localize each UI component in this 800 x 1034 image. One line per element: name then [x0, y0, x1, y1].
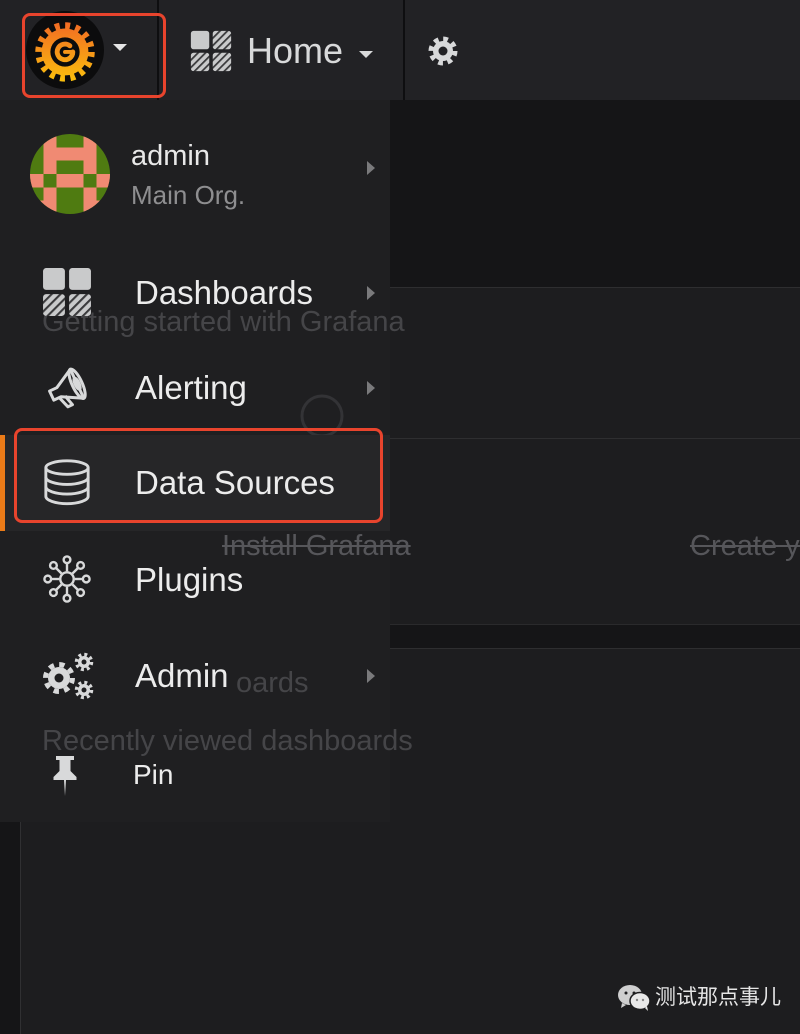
grafana-logo-icon: [26, 11, 104, 89]
org-name: Main Org.: [131, 180, 246, 210]
sidemenu-item-label: Dashboards: [135, 274, 313, 311]
chevron-right-icon: [367, 669, 375, 683]
navbar-divider: [403, 0, 405, 100]
sidemenu-item-admin[interactable]: Admin: [0, 628, 390, 724]
user-name: admin: [131, 140, 210, 172]
active-indicator: [0, 435, 5, 531]
step-create-data-source[interactable]: Create yo: [690, 530, 800, 562]
dashboard-title: Home: [247, 30, 344, 71]
chevron-right-icon: [367, 161, 375, 175]
sidemenu-item-plugins[interactable]: Plugins: [0, 532, 390, 628]
caret-down-icon[interactable]: [113, 44, 127, 51]
navbar-divider: [157, 0, 159, 100]
side-menu: admin Main Org. Dashboards Alerting Data…: [0, 100, 390, 822]
dashboard-picker-button[interactable]: Home: [170, 0, 395, 100]
dashboard-settings-button[interactable]: [428, 36, 458, 66]
gear-icon: [428, 36, 458, 66]
dashboards-grid-icon: [42, 267, 94, 319]
sidemenu-item-label: Plugins: [135, 561, 244, 598]
megaphone-icon: [42, 362, 94, 414]
grafana-menu-button[interactable]: [26, 11, 104, 89]
chevron-right-icon: [367, 286, 375, 300]
sidemenu-item-label: Admin: [135, 657, 229, 694]
sidemenu-item-pin[interactable]: Pin: [0, 727, 390, 823]
dashboards-grid-icon: [190, 30, 232, 72]
caret-down-icon: [359, 51, 373, 58]
sidemenu-item-dashboards[interactable]: Dashboards: [0, 245, 390, 341]
chevron-right-icon: [367, 381, 375, 395]
sidemenu-item-label: Pin: [133, 759, 174, 790]
top-navbar: Home: [0, 0, 800, 100]
database-icon: [42, 457, 94, 509]
wechat-icon: [617, 984, 651, 1012]
plugins-icon: [42, 554, 94, 606]
watermark-text: 测试那点事儿: [655, 985, 781, 1009]
sidemenu-item-label: Data Sources: [135, 464, 335, 501]
avatar: [30, 134, 110, 214]
user-profile-item[interactable]: admin Main Org.: [0, 120, 390, 230]
admin-gears-icon: [41, 650, 97, 702]
sidemenu-item-label: Alerting: [135, 369, 247, 406]
sidemenu-item-data-sources[interactable]: Data Sources: [0, 435, 390, 531]
pin-icon: [50, 755, 80, 797]
sidemenu-item-alerting[interactable]: Alerting: [0, 340, 390, 436]
